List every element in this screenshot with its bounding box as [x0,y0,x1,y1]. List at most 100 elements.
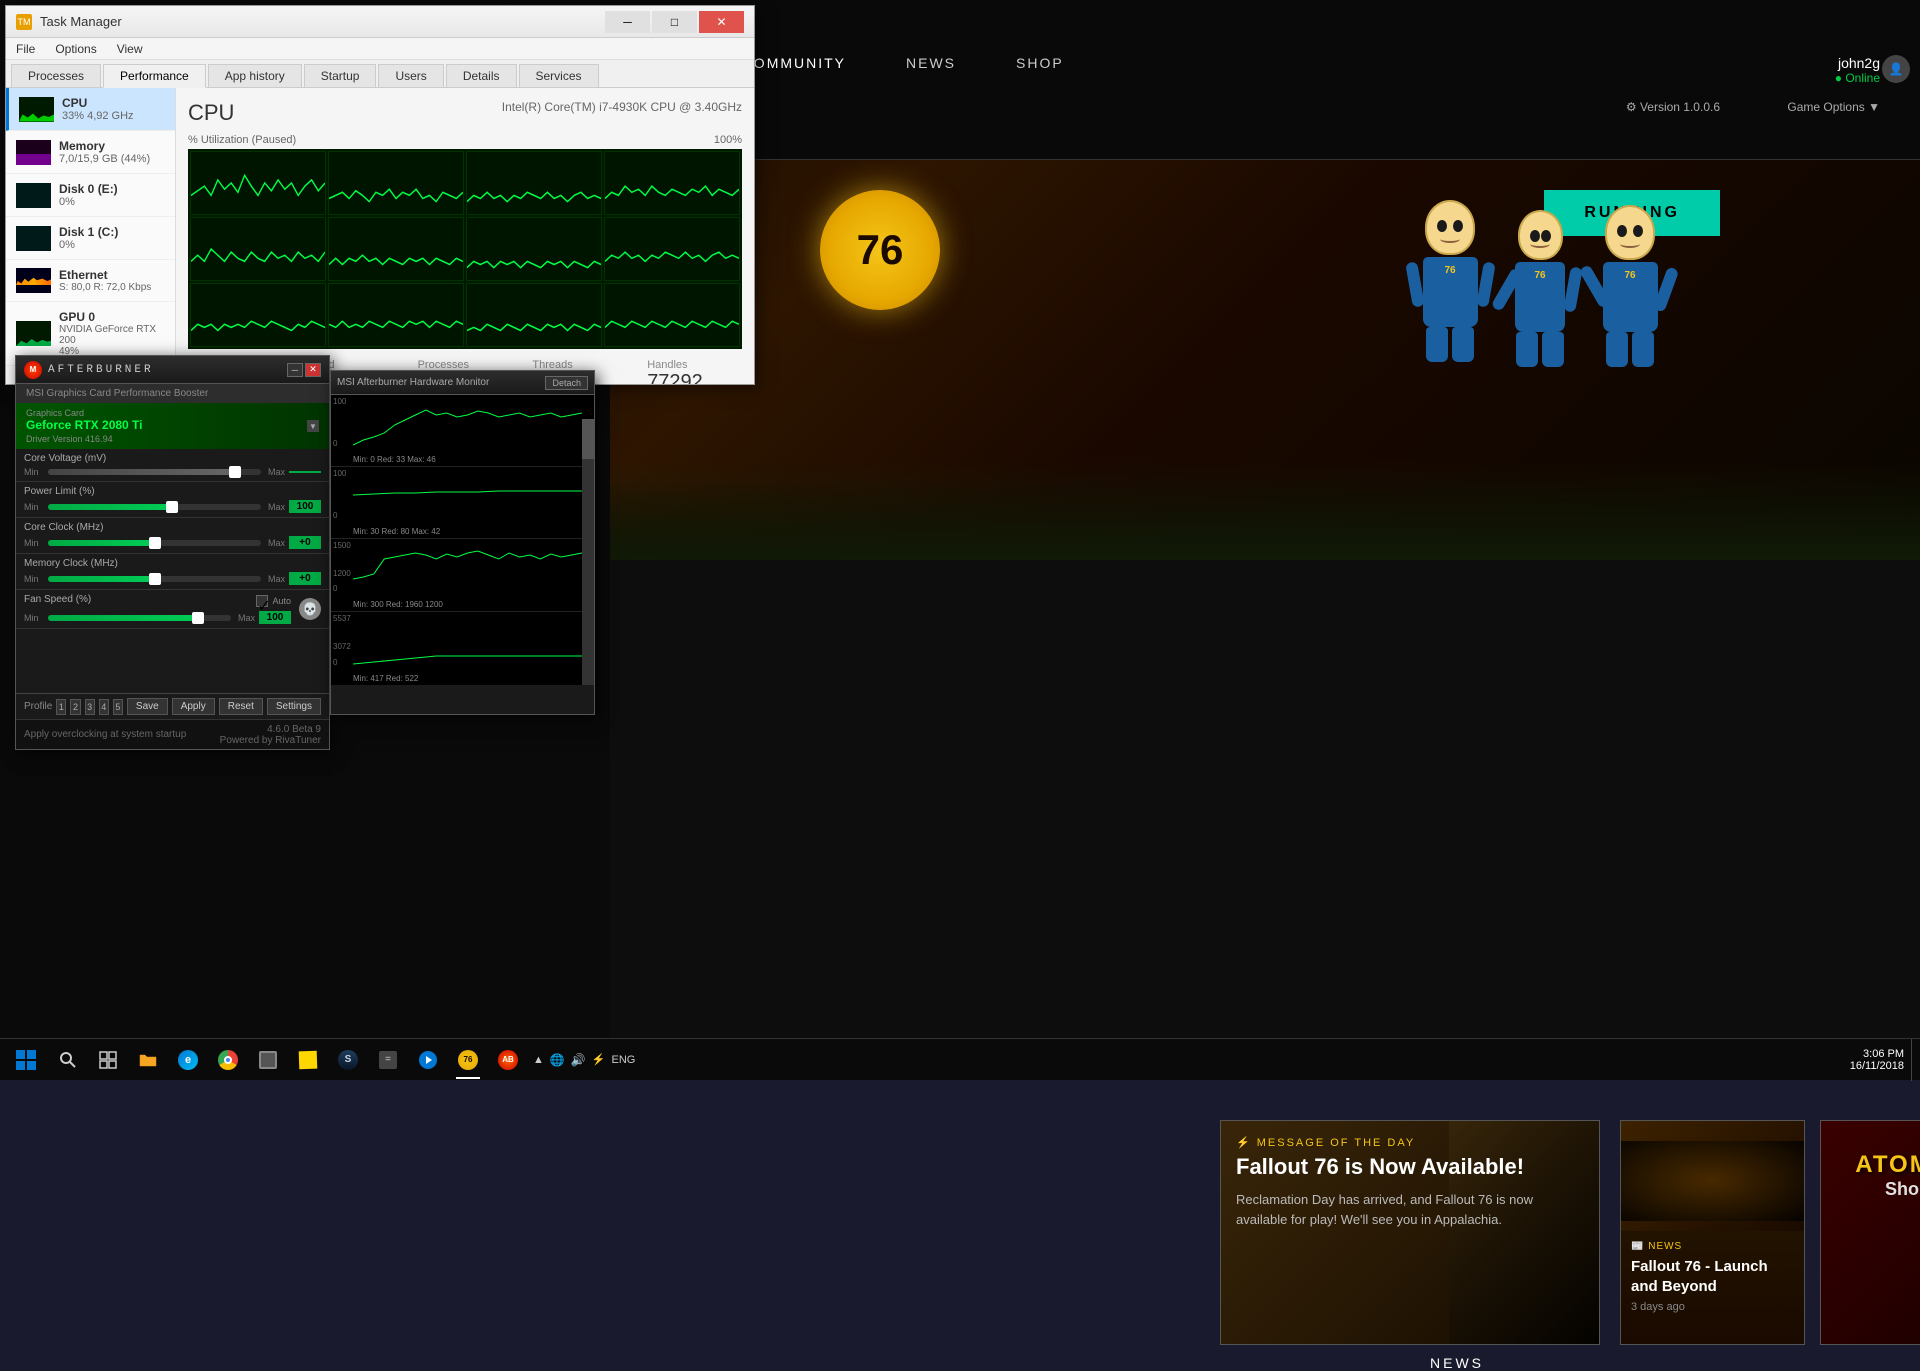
tab-users[interactable]: Users [378,64,443,87]
settings-button[interactable]: Settings [267,698,321,715]
msi-close[interactable]: ✕ [305,363,321,377]
cpu-graph-2 [328,151,464,215]
monitor-scrollbar[interactable] [582,419,594,685]
mc-track[interactable] [48,576,261,582]
user-avatar[interactable]: 👤 [1882,55,1910,83]
mem-usage-3072: 3072 [333,642,351,651]
minimize-button[interactable]: ─ [605,11,650,33]
cc-thumb[interactable] [149,537,161,549]
motd-section[interactable]: ⚡ MESSAGE OF THE DAY Fallout 76 is Now A… [1220,1120,1600,1345]
fs-track[interactable] [48,615,231,621]
mc-value: +0 [289,572,321,585]
tab-app-history[interactable]: App history [208,64,302,87]
sidebar-item-disk1[interactable]: Disk 1 (C:) 0% [6,217,175,260]
tab-services[interactable]: Services [519,64,599,87]
scrollbar-thumb[interactable] [582,419,594,459]
apply-button[interactable]: Apply [172,698,215,715]
search-button[interactable] [49,1039,87,1081]
tablet-icon [259,1051,277,1069]
gpu-usage-graph: GPU usage, % 100 0 Min: 0 Red: 33 Max: 4… [331,395,582,467]
profile-btn-4[interactable]: 4 [99,699,109,715]
version-area: 4.6.0 Beta 9 Powered by RivaTuner [220,724,321,746]
tab-details[interactable]: Details [446,64,517,87]
mem-usage-0: 0 [333,658,337,667]
sidebar-item-ethernet[interactable]: Ethernet S: 80,0 R: 72,0 Kbps [6,260,175,302]
pl-fill [48,504,172,510]
auto-checkbox[interactable]: ✓ [256,595,268,607]
cpu-graphs-grid [188,149,742,349]
profile-btn-3[interactable]: 3 [85,699,95,715]
detach-button[interactable]: Detach [545,376,588,390]
pl-thumb[interactable] [166,501,178,513]
sidebar-item-cpu[interactable]: CPU 33% 4,92 GHz [6,88,175,131]
show-desktop-button[interactable] [1911,1039,1915,1081]
edge-button[interactable]: e [169,1039,207,1081]
mc-thumb[interactable] [149,573,161,585]
fs-value: 100 [259,611,291,624]
news-card-atomic[interactable]: ATOMIC Shop 📰 NEWS Welcome to the Atomic… [1820,1120,1920,1345]
maximize-button[interactable]: □ [652,11,697,33]
fan-auto-toggle[interactable]: ✓ Auto [256,595,291,607]
tab-performance[interactable]: Performance [103,64,206,88]
cv-thumb[interactable] [229,466,241,478]
gpu-usage-svg [353,395,582,451]
sidebar-item-memory[interactable]: Memory 7,0/15,9 GB (44%) [6,131,175,174]
start-button[interactable] [5,1039,47,1081]
volume-icon[interactable]: 🔊 [571,1053,586,1067]
disk0-value: 0% [59,196,165,208]
media-player-button[interactable] [409,1039,447,1081]
menu-file[interactable]: File [16,42,35,56]
disk0-sidebar-info: Disk 0 (E:) 0% [59,182,165,208]
msi-monitor-titlebar: MSI Afterburner Hardware Monitor Detach [331,371,594,395]
save-profile-button[interactable]: Save [127,698,168,715]
task-view-button[interactable] [89,1039,127,1081]
cpu-graph-1 [190,151,326,215]
cpu-stat-handles: Handles 77292 [647,359,742,384]
website-user-info: john2g Online [1835,55,1880,85]
menu-options[interactable]: Options [55,42,96,56]
network-icon[interactable]: 🌐 [550,1053,565,1067]
close-button[interactable]: ✕ [699,11,744,33]
nav-shop[interactable]: SHOP [1016,55,1064,71]
sticky-notes-button[interactable] [289,1039,327,1081]
tab-processes[interactable]: Processes [11,64,101,87]
media-player-icon [418,1050,438,1070]
system-tray: ▲ 🌐 🔊 ⚡ ENG [529,1053,639,1067]
reset-button[interactable]: Reset [219,698,263,715]
taskbar-clock[interactable]: 3:06 PM 16/11/2018 [1850,1048,1909,1072]
chrome-button[interactable] [209,1039,247,1081]
core-clock-1500: 1500 [333,541,351,550]
disk1-sidebar-info: Disk 1 (C:) 0% [59,225,165,251]
cv-track[interactable] [48,469,261,475]
profile-btn-5[interactable]: 5 [113,699,123,715]
msi-minimize[interactable]: ─ [287,363,303,377]
tab-startup[interactable]: Startup [304,64,377,87]
language-indicator[interactable]: ENG [612,1054,636,1066]
cpu-graph-7 [466,217,602,281]
file-explorer-button[interactable] [129,1039,167,1081]
msi-collapse-btn[interactable]: ▼ [307,420,319,432]
game-options-button[interactable]: Game Options ▼ [1787,100,1880,114]
tablet-mode-button[interactable] [249,1039,287,1081]
nav-community[interactable]: COMMUNITY [742,55,846,71]
show-hidden-icons[interactable]: ▲ [533,1054,544,1066]
pl-track[interactable] [48,504,261,510]
memory-value: 7,0/15,9 GB (44%) [59,153,165,165]
sidebar-item-disk0[interactable]: Disk 0 (E:) 0% [6,174,175,217]
steam-button[interactable]: S [329,1039,367,1081]
cc-track[interactable] [48,540,261,546]
file-explorer-icon [138,1051,158,1069]
news-card-launch[interactable]: 📰 NEWS Fallout 76 - Launch and Beyond 3 … [1620,1120,1805,1345]
gpu-temp-stats: Min: 30 Red: 80 Max: 42 [353,527,440,536]
profile-btn-1[interactable]: 1 [56,699,66,715]
fs-thumb[interactable] [192,612,204,624]
fs-fill [48,615,198,621]
fallout76-taskbar-icon: 76 [458,1050,478,1070]
nav-news[interactable]: NEWS [906,55,956,71]
msi-afterburner-taskbar-button[interactable]: AB [489,1039,527,1081]
profile-btn-2[interactable]: 2 [70,699,80,715]
calculator-button[interactable]: = [369,1039,407,1081]
menu-view[interactable]: View [117,42,143,56]
fallout76-taskbar-button[interactable]: 76 [449,1039,487,1081]
cpu-detail-panel: CPU Intel(R) Core(TM) i7-4930K CPU @ 3.4… [176,88,754,384]
